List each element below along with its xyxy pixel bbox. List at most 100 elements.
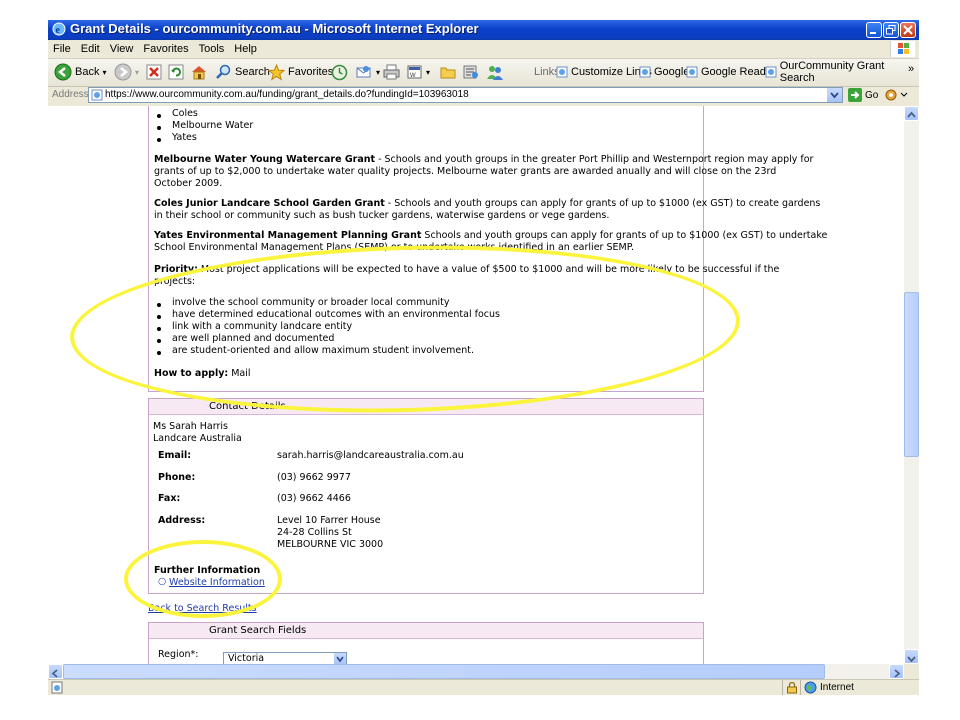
menu-view[interactable]: View — [105, 40, 139, 56]
region-label: Region*: — [158, 649, 199, 660]
go-button[interactable]: Go — [848, 88, 878, 102]
chevron-down-icon — [336, 656, 344, 663]
email-label: Email: — [158, 450, 192, 461]
link-customize-links[interactable]: Customize Links — [556, 62, 652, 82]
horizontal-scrollbar[interactable] — [48, 664, 904, 679]
email-value[interactable]: sarah.harris@landcareaustralia.com.au — [277, 450, 464, 461]
menu-favorites[interactable]: Favorites — [138, 40, 193, 56]
page-viewport[interactable]: Coles Melbourne Water Yates Melbourne Wa… — [48, 106, 904, 664]
grant-paragraph: Melbourne Water Young Watercare Grant - … — [154, 154, 813, 165]
link-google-reader[interactable]: Google Reader — [686, 62, 776, 82]
ie-page-icon — [639, 66, 651, 78]
search-panel-title: Grant Search Fields — [209, 625, 307, 636]
scroll-up-button[interactable] — [904, 106, 919, 121]
restore-button[interactable] — [883, 22, 899, 38]
vertical-scrollbar[interactable] — [904, 106, 919, 664]
edit-button[interactable]: W ▾ — [406, 62, 430, 82]
address-field[interactable]: https://www.ourcommunity.com.au/funding/… — [88, 87, 843, 103]
address-dropdown-button[interactable] — [827, 88, 842, 102]
search-button[interactable]: Search — [216, 62, 270, 82]
fax-value: (03) 9662 4466 — [277, 493, 351, 504]
list-item: Melbourne Water — [172, 120, 254, 131]
link-ourcommunity-label: OurCommunity Grant Search — [779, 60, 885, 84]
messenger-button[interactable] — [486, 62, 504, 82]
fax-label: Fax: — [158, 493, 181, 504]
history-icon — [331, 64, 348, 80]
mail-icon — [356, 66, 371, 78]
go-label: Go — [865, 89, 879, 101]
grant-desc-line: grants of up to $2,000 to undertake wate… — [154, 166, 777, 177]
region-select[interactable]: Victoria — [223, 652, 347, 664]
menu-edit[interactable]: Edit — [76, 40, 105, 56]
grant-name: Melbourne Water Young Watercare Grant — [154, 154, 376, 165]
back-arrow-icon — [54, 63, 72, 81]
home-icon — [192, 66, 206, 80]
stop-button[interactable] — [146, 62, 162, 82]
search-panel-header: Grant Search Fields — [149, 623, 703, 639]
history-button[interactable] — [331, 62, 348, 82]
list-bullet — [157, 138, 161, 142]
mail-dropdown-icon: ▾ — [376, 67, 381, 77]
refresh-icon — [168, 64, 184, 80]
research-button[interactable] — [462, 62, 480, 82]
close-button[interactable] — [900, 22, 916, 38]
grant-desc: - Schools and youth groups in the greate… — [375, 154, 814, 165]
address-bar: Address https://www.ourcommunity.com.au/… — [48, 87, 919, 105]
grant-desc: Schools and youth groups can apply for g… — [421, 230, 828, 241]
windows-flag-icon — [890, 41, 915, 57]
menu-help[interactable]: Help — [229, 40, 262, 56]
favorites-button[interactable]: Favorites — [268, 62, 333, 82]
forward-button[interactable]: ▾ — [114, 62, 139, 82]
contact-name: Ms Sarah Harris — [153, 421, 228, 432]
toolbar-options-button[interactable] — [884, 88, 912, 105]
menu-file[interactable]: File — [48, 40, 76, 56]
scroll-left-button[interactable] — [48, 664, 63, 679]
scroll-down-button[interactable] — [904, 649, 919, 664]
phone-value: (03) 9662 9977 — [277, 472, 351, 483]
tools-gear-icon — [885, 89, 908, 101]
address-label: Address: — [158, 515, 206, 526]
print-button[interactable] — [383, 62, 400, 82]
horizontal-scroll-thumb[interactable] — [63, 664, 825, 679]
grant-paragraph: Coles Junior Landcare School Garden Gran… — [154, 198, 820, 209]
region-dropdown-button[interactable] — [334, 653, 346, 664]
link-google[interactable]: Google — [639, 62, 689, 82]
search-icon — [216, 64, 231, 79]
svg-text:e: e — [56, 25, 61, 36]
links-overflow-chevron[interactable]: » — [908, 59, 914, 79]
print-icon — [383, 64, 400, 80]
edit-page-icon: W — [407, 65, 422, 79]
refresh-button[interactable] — [168, 62, 184, 82]
forward-dropdown-icon[interactable]: ▾ — [135, 68, 139, 77]
address-url: https://www.ourcommunity.com.au/funding/… — [105, 89, 469, 100]
minimize-button[interactable] — [866, 22, 882, 38]
browser-window: e Grant Details - ourcommunity.com.au - … — [48, 20, 919, 695]
home-button[interactable] — [190, 62, 208, 82]
go-arrow-icon — [848, 88, 862, 102]
ie-page-icon — [686, 66, 698, 78]
address-label: Address — [52, 89, 89, 100]
scroll-right-button[interactable] — [889, 664, 904, 679]
phone-label: Phone: — [158, 472, 196, 483]
scrollbar-corner — [904, 664, 919, 679]
back-dropdown-icon[interactable]: ▾ — [102, 68, 106, 77]
ie-logo-icon: e — [52, 22, 66, 36]
lock-icon — [787, 681, 797, 694]
back-button[interactable]: Back ▾ — [54, 62, 106, 82]
list-bullet — [157, 114, 161, 118]
list-bullet — [157, 126, 161, 130]
menu-tools[interactable]: Tools — [194, 40, 230, 56]
restore-icon — [886, 25, 896, 35]
ie-page-icon — [765, 66, 777, 78]
vertical-scroll-thumb[interactable] — [904, 292, 919, 457]
grant-name: Yates Environmental Management Planning … — [154, 230, 422, 241]
menu-bar: File Edit View Favorites Tools Help — [48, 40, 919, 59]
mail-button[interactable]: ▾ — [355, 62, 380, 82]
discuss-button[interactable] — [440, 62, 456, 82]
address-line: MELBOURNE VIC 3000 — [277, 539, 384, 550]
link-ourcommunity[interactable]: OurCommunity Grant Search — [765, 60, 919, 84]
grant-paragraph: Yates Environmental Management Planning … — [154, 230, 827, 241]
page-icon — [91, 89, 103, 101]
favorites-label: Favorites — [288, 66, 334, 78]
title-bar[interactable]: e Grant Details - ourcommunity.com.au - … — [48, 20, 919, 40]
